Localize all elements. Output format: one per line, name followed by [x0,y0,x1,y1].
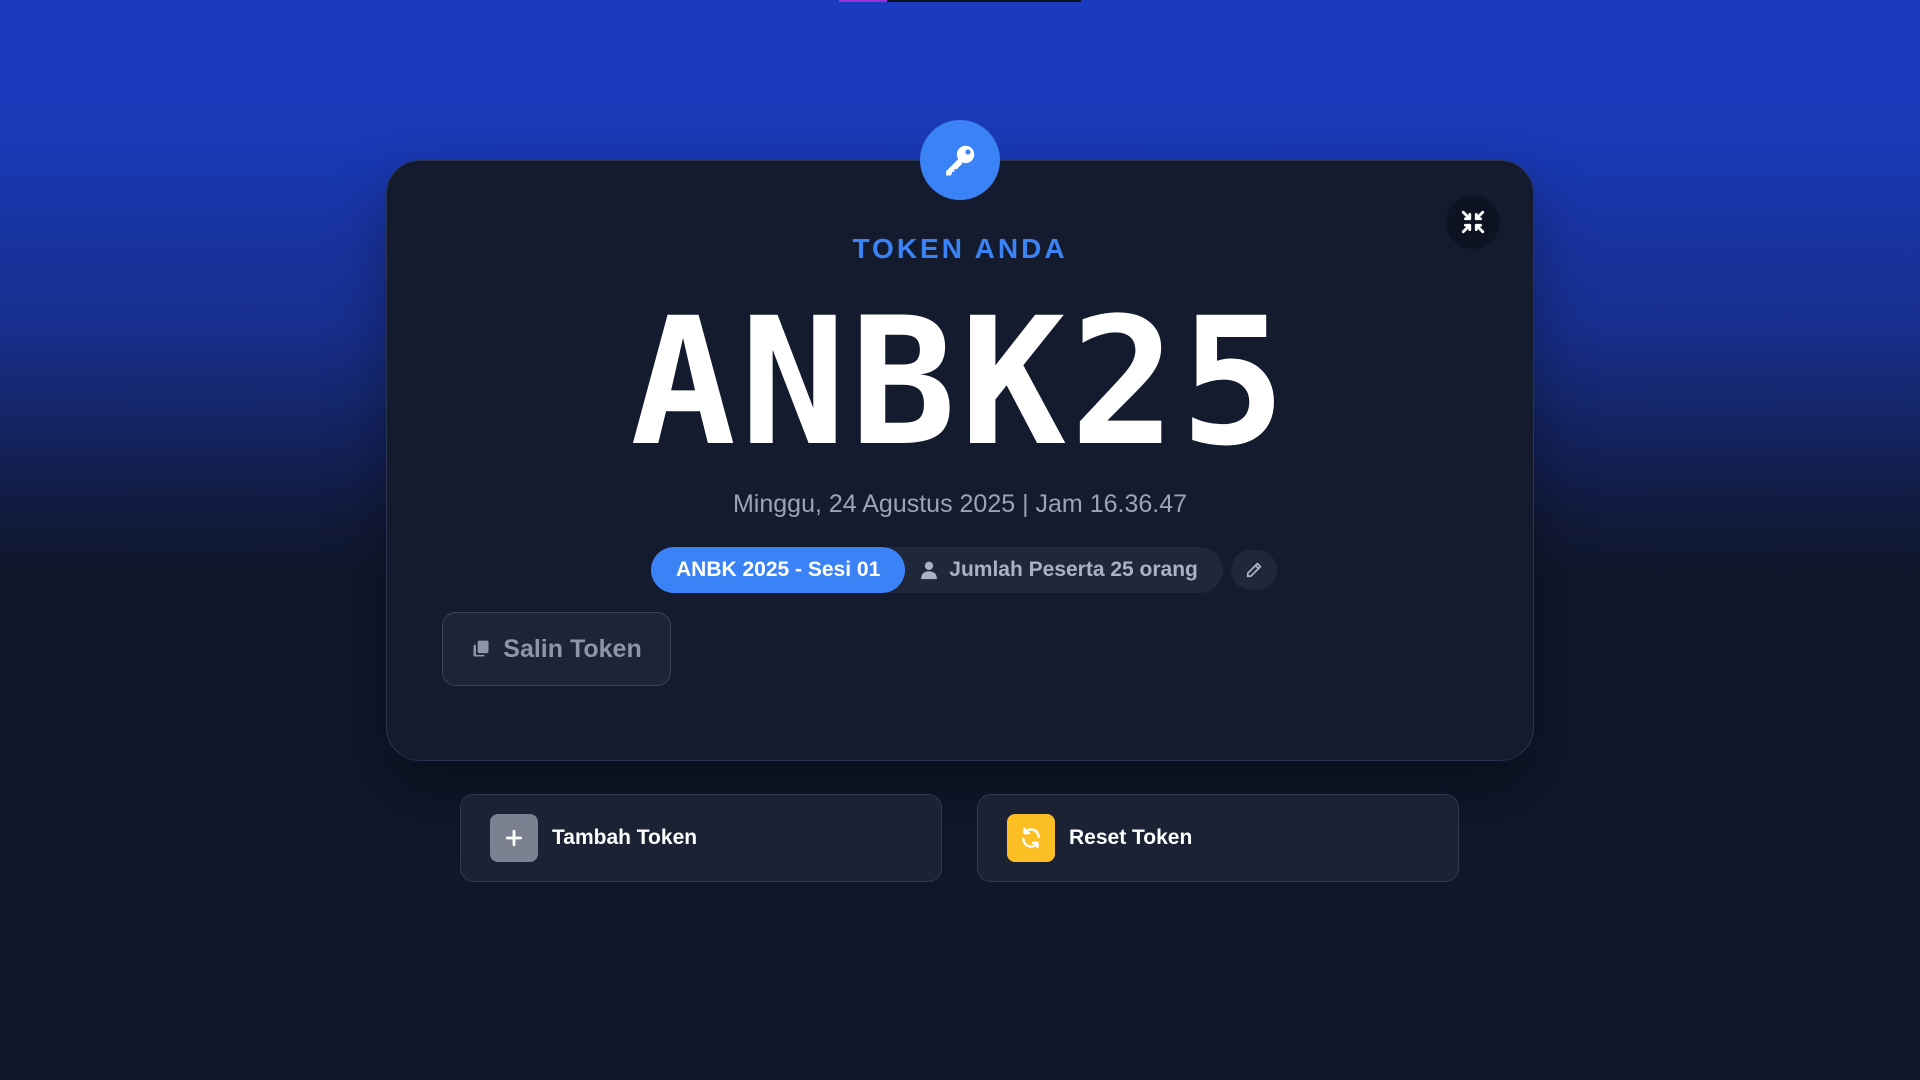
copy-icon [473,640,489,657]
refresh-icon [1007,814,1055,862]
copy-token-label: Salin Token [503,634,642,663]
user-icon [921,561,938,580]
token-label: TOKEN ANDA [852,233,1068,264]
pencil-icon [1246,562,1262,578]
session-info-group: ANBK 2025 - Sesi 01 Jumlah Peserta 25 or… [651,547,1223,593]
session-badge: ANBK 2025 - Sesi 01 [651,547,906,593]
top-progress-bar [839,0,1081,2]
token-value: ANBK25 [630,280,1290,485]
exit-fullscreen-icon [1461,210,1485,234]
add-token-label: Tambah Token [552,826,698,849]
reset-token-button[interactable]: Reset Token [977,794,1459,882]
add-token-button[interactable]: Tambah Token [460,794,942,882]
top-progress-fill [839,0,888,2]
edit-session-button[interactable] [1230,550,1277,590]
date-time: Minggu, 24 Agustus 2025 | Jam 16.36.47 [732,490,1188,518]
participant-count: Jumlah Peserta 25 orang [905,547,1223,593]
reset-token-label: Reset Token [1069,826,1193,849]
session-info-row: ANBK 2025 - Sesi 01 Jumlah Peserta 25 or… [651,547,1277,593]
key-icon [920,120,1000,200]
copy-token-button[interactable]: Salin Token [442,612,671,686]
participant-count-label: Jumlah Peserta 25 orang [949,558,1198,581]
plus-icon [490,814,538,862]
